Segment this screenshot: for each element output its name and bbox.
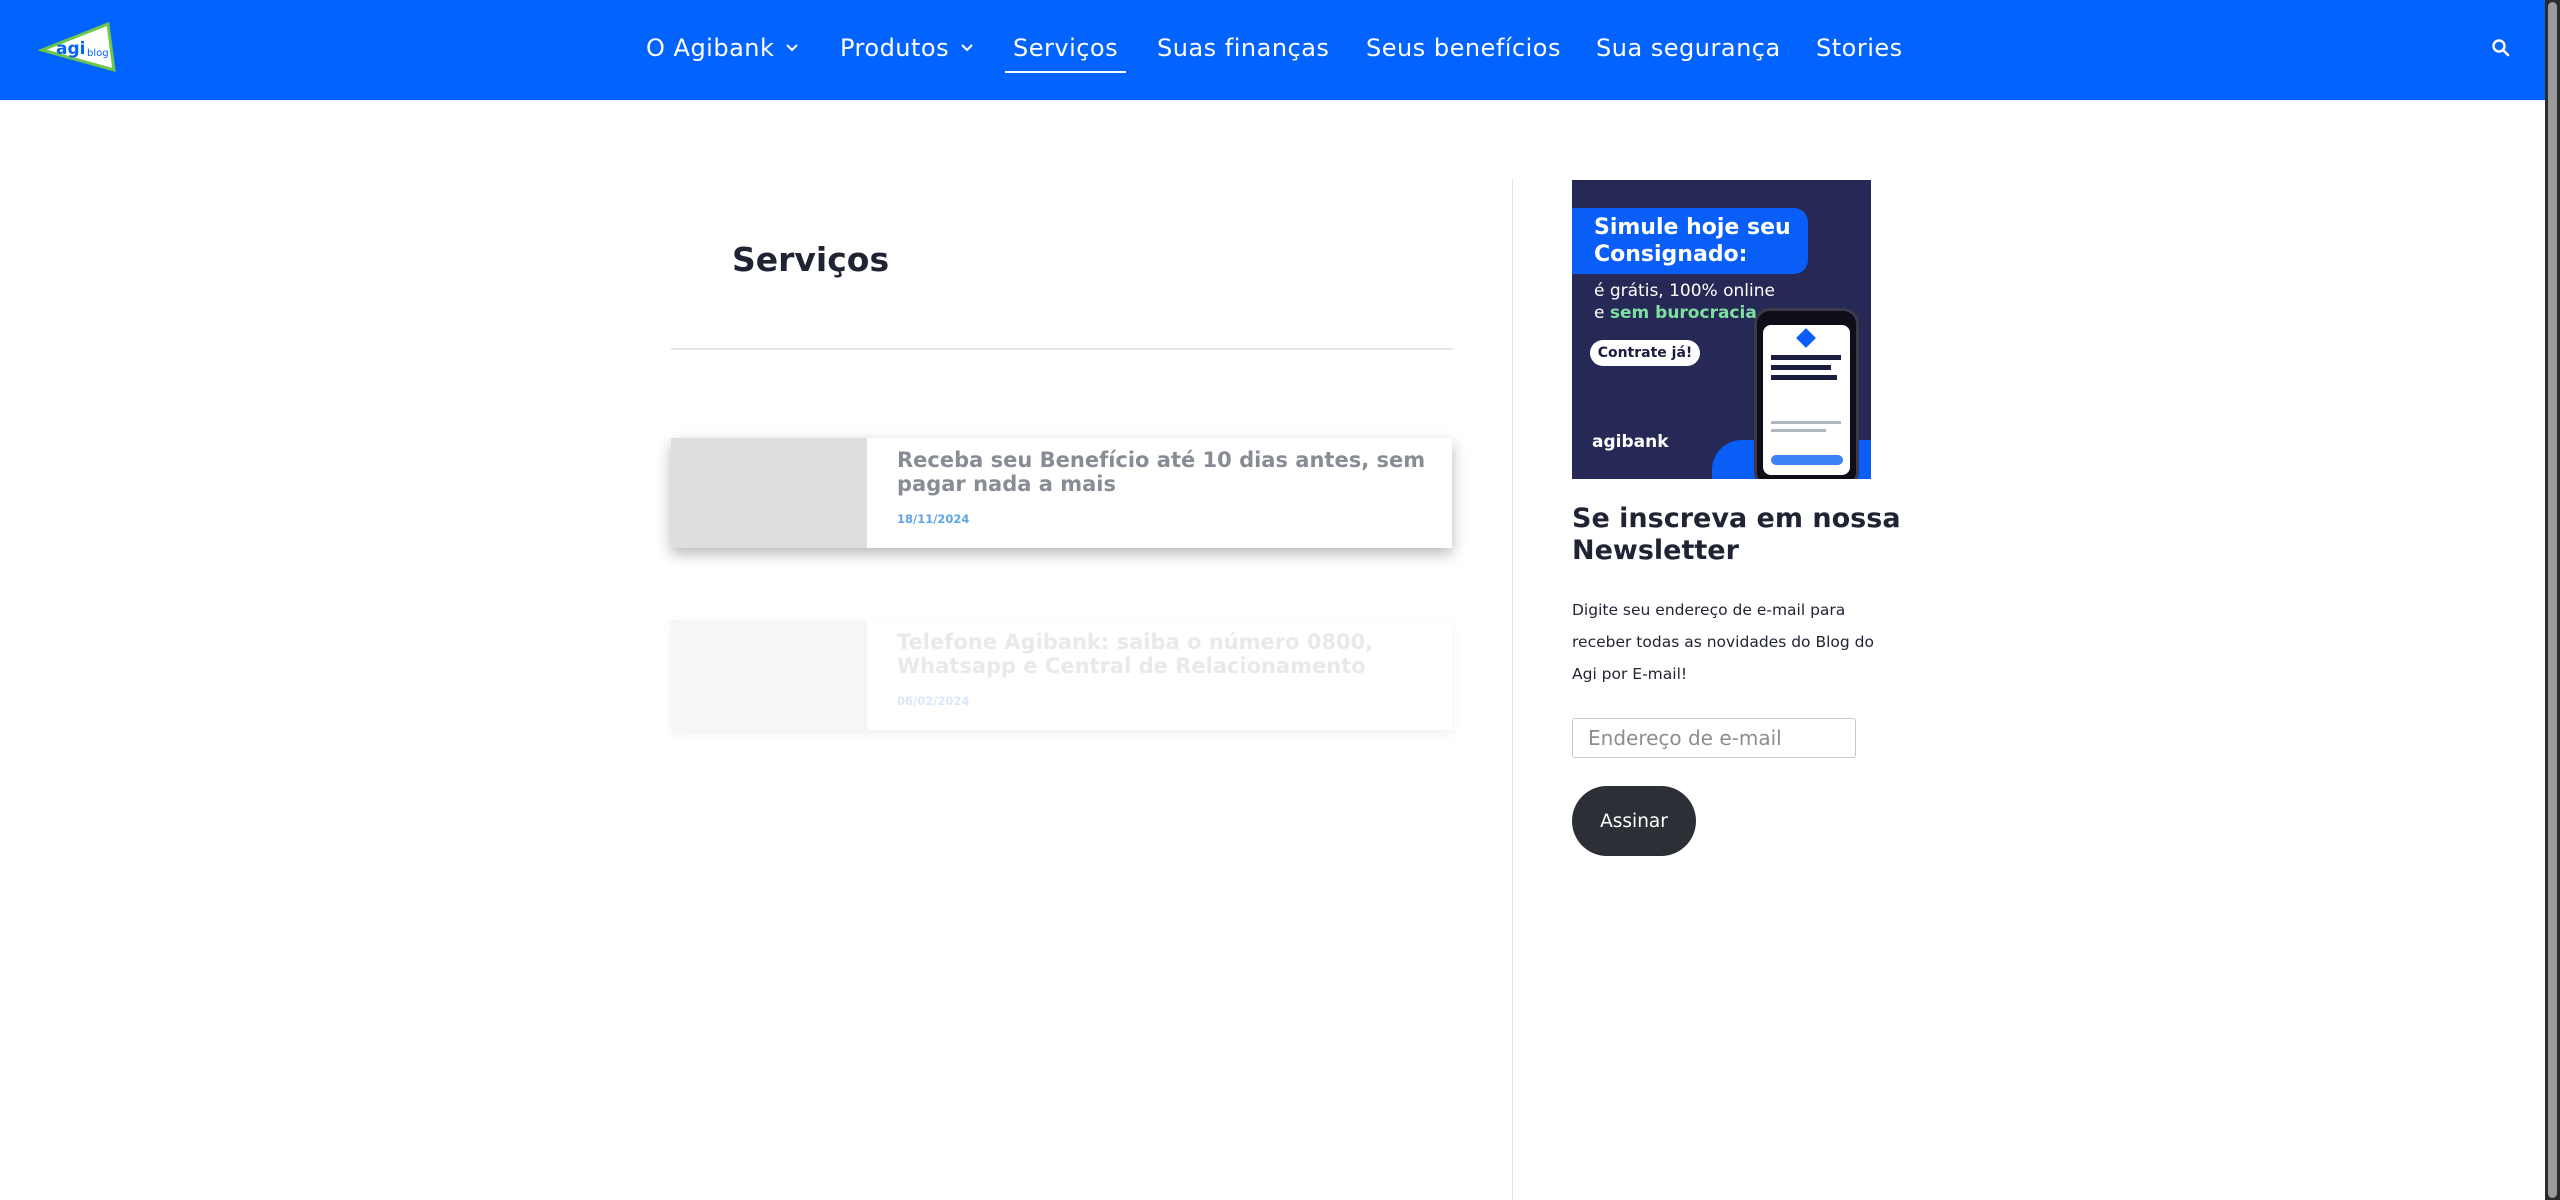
consignado-ad-banner[interactable]: Simule hoje seu Consignado: é grátis, 10… — [1572, 180, 1871, 479]
post-title[interactable]: Receba seu Benefício até 10 dias antes, … — [897, 448, 1437, 496]
post-date: 18/11/2024 — [897, 512, 970, 526]
phone-illustration — [1754, 308, 1859, 479]
nav-item-label: O Agibank — [646, 34, 775, 62]
scrollbar-thumb[interactable] — [2548, 2, 2557, 1198]
newsletter-title: Se inscreva em nossa Newsletter — [1572, 503, 1901, 566]
ad-subtext-prefix: e — [1594, 303, 1610, 323]
chevron-down-icon — [961, 44, 973, 52]
post-date: 06/02/2024 — [897, 694, 970, 708]
column-divider — [1512, 178, 1513, 1200]
nav-item-label: Sua segurança — [1596, 34, 1781, 62]
nav-item-servicos[interactable]: Serviços — [1004, 34, 1127, 73]
newsletter-description: Digite seu endereço de e-mail para receb… — [1572, 601, 1874, 683]
nav-item-label: Suas finanças — [1157, 34, 1330, 62]
subscribe-button[interactable]: Assinar — [1572, 786, 1696, 856]
nav-item-stories[interactable]: Stories — [1816, 34, 1903, 62]
post-thumbnail[interactable] — [671, 620, 867, 730]
ad-cta-button[interactable]: Contrate já! — [1590, 340, 1700, 366]
nav-item-label: Stories — [1816, 34, 1903, 62]
post-card[interactable]: Telefone Agibank: saiba o número 0800, W… — [671, 620, 1452, 730]
agibank-logo: agibank — [1592, 432, 1669, 452]
nav-item-suas-financas[interactable]: Suas finanças — [1157, 34, 1329, 62]
phone-screen — [1763, 325, 1850, 475]
screen-text-line — [1771, 421, 1841, 424]
nav-item-label: Produtos — [840, 34, 950, 62]
nav-item-produtos[interactable]: Produtos — [840, 34, 975, 62]
scrollbar[interactable] — [2545, 0, 2560, 1200]
screen-text-line — [1771, 429, 1826, 432]
main-nav: O Agibank Produtos Serviços Suas finança… — [0, 0, 2545, 100]
screen-text-line — [1771, 365, 1831, 370]
nav-item-label: Seus benefícios — [1366, 34, 1561, 62]
chevron-down-icon — [786, 44, 799, 52]
ad-subtext-line1: é grátis, 100% online — [1594, 281, 1775, 301]
search-icon[interactable] — [2490, 37, 2512, 59]
screen-text-line — [1771, 355, 1841, 360]
post-thumbnail[interactable] — [671, 438, 867, 548]
email-field[interactable] — [1572, 718, 1856, 758]
nav-item-label: Serviços — [1013, 34, 1119, 62]
ad-subtext-highlight: sem burocracia. — [1609, 303, 1764, 323]
site-header: agi blog O Agibank Produtos Serviços Sua… — [0, 0, 2545, 100]
nav-item-sua-seguranca[interactable]: Sua segurança — [1596, 34, 1781, 62]
app-logo-icon — [1796, 328, 1816, 348]
nav-item-o-agibank[interactable]: O Agibank — [646, 34, 800, 62]
screen-button — [1771, 455, 1843, 465]
ad-headline: Simule hoje seu Consignado: — [1594, 215, 1791, 267]
post-title[interactable]: Telefone Agibank: saiba o número 0800, W… — [897, 630, 1457, 678]
nav-item-seus-beneficios[interactable]: Seus benefícios — [1366, 34, 1561, 62]
page-title: Serviços — [732, 240, 890, 279]
divider — [671, 348, 1453, 350]
post-card[interactable]: Receba seu Benefício até 10 dias antes, … — [671, 438, 1452, 548]
screen-text-line — [1771, 375, 1837, 380]
